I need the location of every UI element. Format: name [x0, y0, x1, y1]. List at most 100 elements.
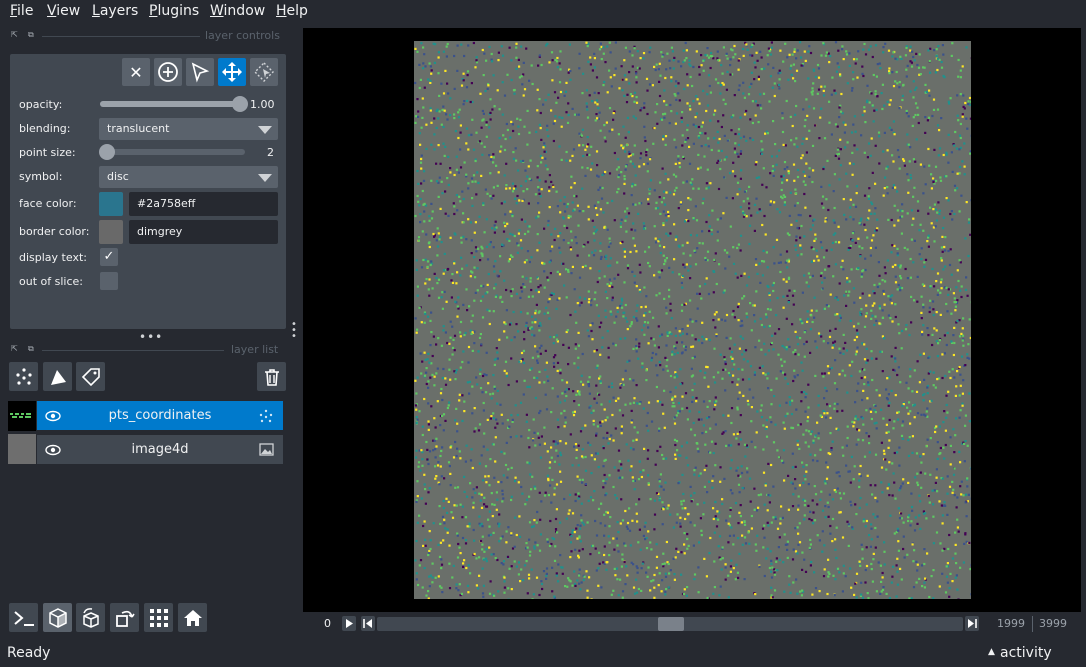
transform-icon: [254, 62, 274, 82]
status-text: Ready: [7, 645, 51, 661]
layer-name: pts_coordinates: [108, 408, 212, 423]
symbol-label: symbol:: [19, 170, 63, 183]
point-size-slider-handle[interactable]: [99, 144, 115, 160]
dock-divider: [42, 350, 224, 351]
skip-forward-icon: [968, 619, 977, 628]
border-color-label: border color:: [19, 225, 90, 238]
face-color-input[interactable]: #2a758eff: [129, 192, 278, 216]
menu-help[interactable]: Help: [276, 3, 308, 19]
step-forward-button[interactable]: [965, 616, 979, 631]
transpose-dimensions-button[interactable]: [110, 603, 139, 632]
point-size-slider[interactable]: [100, 149, 245, 155]
roll-dimensions-button[interactable]: [76, 603, 105, 632]
menubar: File View Layers Plugins Window Help: [0, 0, 1086, 24]
grid-icon: [149, 608, 168, 627]
points-icon: [259, 409, 273, 423]
border-color-swatch[interactable]: [99, 220, 123, 244]
transform-button[interactable]: [250, 58, 278, 86]
viewer-canvas[interactable]: [303, 28, 1081, 612]
opacity-slider-handle[interactable]: [232, 96, 248, 112]
delete-selected-points-button[interactable]: ✕: [122, 58, 150, 86]
points-image-area: [414, 41, 974, 601]
blending-value: translucent: [107, 122, 170, 135]
new-labels-layer-button[interactable]: [76, 362, 105, 391]
points-scatter: [414, 41, 974, 601]
menu-file[interactable]: File: [10, 3, 33, 19]
symbol-value: disc: [107, 170, 129, 183]
dims-slider-handle[interactable]: [658, 617, 684, 631]
home-button[interactable]: [178, 603, 207, 632]
out-of-slice-label: out of slice:: [19, 275, 83, 288]
transpose-icon: [115, 610, 135, 627]
dock-divider: [42, 36, 200, 37]
display-text-checkbox[interactable]: ✓: [100, 248, 118, 266]
roll-icon: [82, 607, 99, 628]
close-dock-icon[interactable]: ⧉: [28, 30, 34, 40]
menu-window[interactable]: Window: [210, 3, 265, 19]
pan-zoom-button[interactable]: [218, 58, 246, 86]
image-icon: [259, 443, 274, 456]
grid-view-button[interactable]: [144, 603, 173, 632]
trash-icon: [264, 368, 279, 386]
points-icon: [15, 367, 32, 385]
shapes-icon: [50, 369, 66, 385]
out-of-slice-checkbox[interactable]: [100, 272, 118, 290]
points-thumbnail-icon: [10, 413, 31, 418]
menu-plugins[interactable]: Plugins: [149, 3, 199, 19]
blending-label: blending:: [19, 122, 71, 135]
point-size-label: point size:: [19, 146, 76, 159]
face-color-label: face color:: [19, 197, 77, 210]
layer-name: image4d: [131, 442, 189, 457]
float-dock-icon[interactable]: ⇱: [11, 344, 18, 353]
layer-row-pts-coordinates[interactable]: pts_coordinates: [37, 401, 283, 430]
play-icon: [346, 619, 353, 628]
layer-thumbnail: [8, 401, 36, 431]
blending-dropdown[interactable]: translucent: [99, 118, 278, 140]
menu-view[interactable]: View: [47, 3, 80, 19]
activity-button[interactable]: activity: [1000, 645, 1052, 661]
layer-controls-title: layer controls: [205, 29, 280, 42]
delete-layer-button[interactable]: [257, 362, 286, 391]
float-dock-icon[interactable]: ⇱: [11, 30, 18, 39]
pan-zoom-icon: [222, 62, 242, 82]
play-button[interactable]: [342, 616, 356, 631]
console-button[interactable]: [9, 603, 38, 632]
symbol-dropdown[interactable]: disc: [99, 166, 278, 188]
dims-start-label: 0: [324, 617, 331, 630]
layer-row-image4d[interactable]: image4d: [37, 435, 283, 464]
dock-resize-handle[interactable]: •••: [139, 330, 163, 344]
face-color-value: #2a758eff: [137, 197, 196, 210]
layer-list-title: layer list: [231, 343, 279, 356]
opacity-value: 1.00: [250, 98, 275, 111]
chevron-down-icon: [258, 126, 272, 134]
ndisplay-button[interactable]: [43, 603, 72, 632]
display-text-label: display text:: [19, 251, 87, 264]
dims-separator: [1032, 616, 1033, 632]
opacity-slider[interactable]: [100, 101, 240, 107]
layer-thumbnail: [8, 434, 36, 464]
select-icon: [191, 62, 210, 83]
step-back-button[interactable]: [361, 616, 375, 631]
dims-current-value[interactable]: 1999: [997, 617, 1025, 630]
menu-layers[interactable]: Layers: [92, 3, 138, 19]
close-dock-icon[interactable]: ⧉: [28, 344, 34, 354]
border-color-input[interactable]: dimgrey: [129, 220, 278, 244]
chevron-down-icon: [258, 174, 272, 182]
console-icon: [13, 610, 34, 626]
layer-controls-panel: ✕ opacity: 1.00 blending: translucent po…: [10, 54, 286, 329]
add-points-button[interactable]: [154, 58, 182, 86]
face-color-swatch[interactable]: [99, 192, 123, 216]
point-size-value: 2: [267, 146, 274, 159]
skip-back-icon: [363, 619, 372, 628]
new-points-layer-button[interactable]: [9, 362, 38, 391]
border-color-value: dimgrey: [137, 225, 183, 238]
dims-slider-track[interactable]: [377, 617, 963, 631]
select-points-button[interactable]: [186, 58, 214, 86]
new-shapes-layer-button[interactable]: [43, 362, 72, 391]
side-resize-handle[interactable]: • • •: [291, 320, 297, 342]
tag-icon: [81, 367, 100, 386]
dims-slider-bar: 0 1999 3999: [303, 612, 1081, 636]
home-icon: [183, 609, 202, 626]
close-icon: ✕: [129, 62, 143, 82]
opacity-slider-fill: [100, 101, 240, 107]
